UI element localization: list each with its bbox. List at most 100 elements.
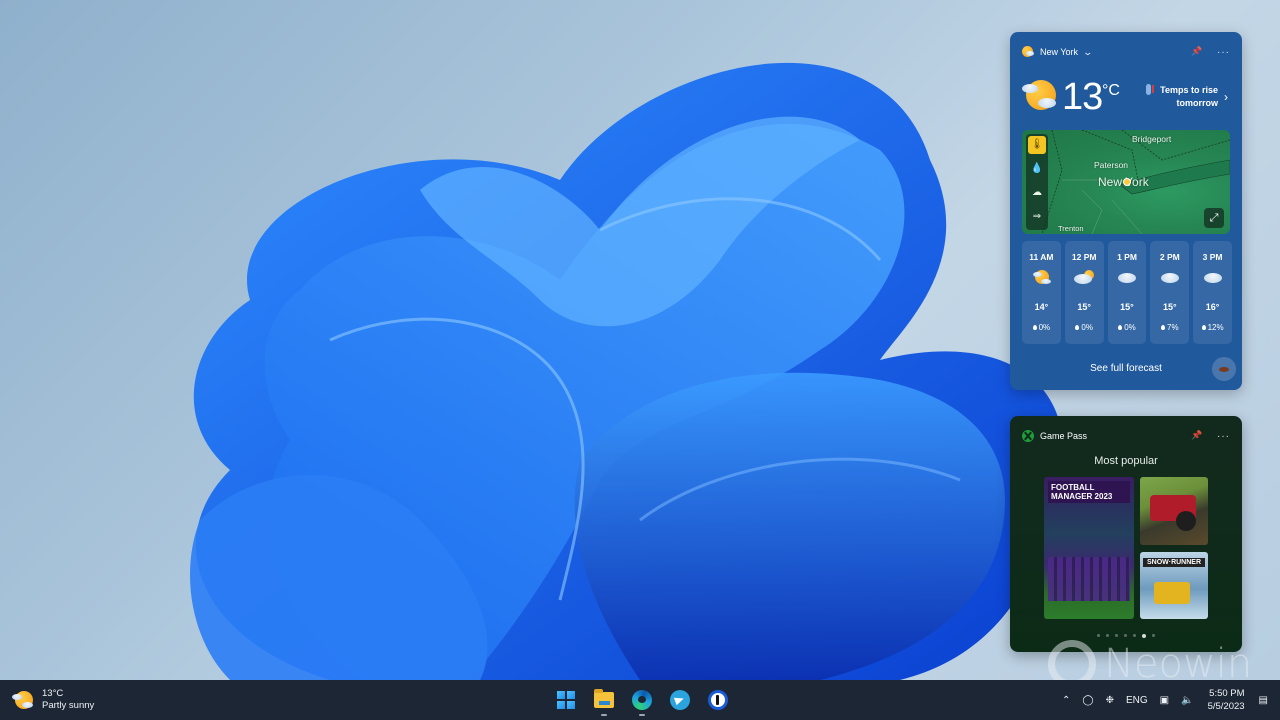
partly-sunny-large-icon [1022, 78, 1058, 112]
partly-sunny-icon [1022, 46, 1034, 58]
game-tile-farming-simulator[interactable] [1140, 477, 1208, 545]
hour-temp: 16° [1205, 302, 1220, 312]
see-full-forecast-link[interactable]: See full forecast [1010, 363, 1242, 374]
weather-widget[interactable]: New York ⌄ 📌 ··· 13 °C Temps to rise tom… [1010, 32, 1242, 390]
map-layer-toolbar: 🌡 💧 ☁ ⇒ [1026, 134, 1048, 230]
hour-temp: 14° [1034, 302, 1049, 312]
pager-dot[interactable] [1124, 634, 1127, 637]
thermometer-icon [1146, 84, 1154, 95]
1password-icon [708, 690, 728, 710]
network-icon[interactable]: ▣ [1154, 680, 1175, 720]
precipitation-layer-icon[interactable]: 💧 [1028, 160, 1046, 178]
gamepass-widget[interactable]: Game Pass 📌 ··· Most popular FOOTBALL MA… [1010, 416, 1242, 652]
expand-map-icon[interactable]: ⤢ [1204, 208, 1224, 228]
vpn-status-icon[interactable]: ◯ [1076, 680, 1099, 720]
wind-layer-icon[interactable]: ⇒ [1028, 208, 1046, 226]
taskbar: 13°C Partly sunny ⌃ ◯ ❉ ENG ▣ 🔈 5:50 PM [0, 680, 1280, 720]
taskbar-apps [552, 684, 732, 716]
hour-time: 12 PM [1071, 252, 1097, 262]
provider-avatar-icon[interactable] [1212, 357, 1236, 381]
raindrop-icon [1201, 325, 1206, 331]
hourly-item[interactable]: 3 PM 16° 12% [1193, 241, 1232, 344]
temperature-unit: °C [1102, 82, 1120, 99]
taskbar-weather-condition: Partly sunny [42, 700, 95, 711]
xbox-icon [1022, 430, 1034, 442]
edge-icon [632, 690, 652, 710]
windows-logo-icon [557, 691, 575, 709]
cloud-icon [1203, 270, 1223, 284]
volume-icon[interactable]: 🔈 [1175, 680, 1199, 720]
location-marker [1123, 178, 1131, 186]
start-button[interactable] [552, 684, 580, 716]
taskbar-weather-button[interactable]: 13°C Partly sunny [12, 686, 94, 714]
chevron-right-icon[interactable]: › [1224, 90, 1228, 104]
hour-temp: 15° [1120, 302, 1134, 312]
carousel-pager [1010, 634, 1242, 638]
folder-icon [594, 689, 614, 708]
pager-dot[interactable] [1097, 634, 1100, 637]
map-label-trenton: Trenton [1058, 224, 1084, 233]
mostly-cloudy-icon [1074, 270, 1095, 284]
more-options-icon[interactable]: ··· [1217, 47, 1230, 58]
pin-icon[interactable]: 📌 [1191, 46, 1203, 58]
hourly-item[interactable]: 12 PM 15° 0% [1064, 241, 1104, 344]
clock-time: 5:50 PM [1209, 688, 1245, 699]
game-tile-football-manager[interactable]: FOOTBALL MANAGER 2023 [1044, 477, 1134, 619]
hourly-item[interactable]: 1 PM 15° 0% [1107, 241, 1147, 344]
cloud-icon [1117, 270, 1137, 284]
hour-temp: 15° [1077, 302, 1091, 312]
1password-button[interactable] [704, 684, 732, 716]
gamepass-title: Game Pass [1040, 431, 1088, 441]
game-logo: SNOW·RUNNER [1143, 558, 1205, 567]
map-label-paterson: Paterson [1094, 160, 1129, 170]
raindrop-icon [1118, 325, 1123, 331]
notifications-icon[interactable]: ▤ [1253, 680, 1280, 720]
gamepass-widget-header: Game Pass 📌 ··· [1022, 428, 1230, 444]
pager-dot[interactable] [1115, 634, 1118, 637]
hour-precip: 7% [1150, 323, 1189, 332]
weather-widget-header: New York ⌄ 📌 ··· [1022, 44, 1230, 60]
hourly-item[interactable]: 2 PM 15° 7% [1150, 241, 1190, 344]
pager-dot[interactable] [1133, 634, 1136, 637]
telegram-button[interactable] [666, 684, 694, 716]
location-name[interactable]: New York [1040, 47, 1078, 57]
note-line-2: tomorrow [1176, 98, 1219, 108]
language-indicator[interactable]: ENG [1120, 680, 1154, 720]
more-options-icon[interactable]: ··· [1217, 431, 1230, 442]
raindrop-icon [1075, 325, 1080, 331]
chevron-down-icon[interactable]: ⌄ [1083, 47, 1094, 58]
edge-button[interactable] [628, 684, 656, 716]
running-indicator [639, 714, 645, 716]
show-hidden-icons-chevron-up-icon[interactable]: ⌃ [1056, 680, 1076, 720]
running-indicator [601, 714, 607, 716]
note-line-1: Temps to rise [1160, 85, 1218, 95]
clock[interactable]: 5:50 PM 5/5/2023 [1200, 680, 1253, 720]
hour-precip: 12% [1193, 323, 1232, 332]
system-tray: ⌃ ◯ ❉ ENG ▣ 🔈 5:50 PM 5/5/2023 ▤ [1056, 680, 1280, 720]
hour-time: 11 AM [1029, 252, 1054, 262]
pager-dot[interactable] [1106, 634, 1109, 637]
current-temperature: 13 [1062, 76, 1103, 118]
game-art [1048, 557, 1130, 601]
map-label-bridgeport: Bridgeport [1132, 134, 1172, 144]
brightness-icon[interactable]: ❉ [1100, 680, 1120, 720]
pager-dot[interactable] [1152, 634, 1155, 637]
pager-dot-active[interactable] [1142, 634, 1146, 638]
cloud-layer-icon[interactable]: ☁ [1028, 184, 1046, 202]
partly-sunny-icon [1031, 270, 1052, 284]
raindrop-icon [1161, 325, 1165, 331]
telegram-icon [670, 690, 690, 710]
temperature-layer-icon[interactable]: 🌡 [1028, 136, 1046, 154]
raindrop-icon [1032, 325, 1037, 331]
hour-precip: 0% [1022, 323, 1061, 332]
file-explorer-button[interactable] [590, 684, 618, 716]
hour-precip: 0% [1108, 323, 1147, 332]
hourly-item[interactable]: 11 AM 14° 0% [1022, 241, 1061, 344]
game-logo: FOOTBALL MANAGER 2023 [1048, 481, 1130, 503]
pin-icon[interactable]: 📌 [1191, 430, 1203, 442]
game-tile-snowrunner[interactable]: SNOW·RUNNER [1140, 552, 1208, 619]
temperature-note[interactable]: Temps to rise tomorrow [1160, 84, 1218, 110]
weather-map[interactable]: Bridgeport Paterson New York Trenton 🌡 💧… [1022, 130, 1230, 234]
hour-time: 3 PM [1202, 252, 1223, 262]
hourly-forecast: 11 AM 14° 0% 12 PM 15° 0% 1 PM 15° 0% 2 … [1022, 241, 1232, 344]
